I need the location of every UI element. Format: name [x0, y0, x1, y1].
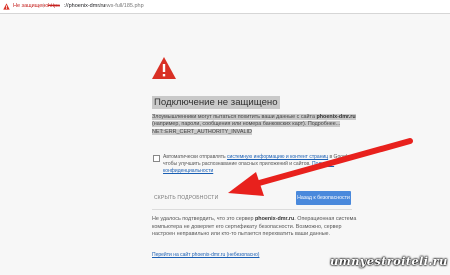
page-title: Подключение не защищено [152, 96, 280, 109]
system-info-link[interactable]: системную информацию и контент страниц [227, 154, 328, 160]
details-host: phoenix-dmr.ru [255, 216, 295, 222]
address-bar[interactable]: Не защищено | https ://phoenix-dmr.ru /n… [0, 0, 450, 14]
checkbox-text-a: Автоматически отправлять [163, 154, 228, 160]
warning-triangle-icon [152, 57, 176, 79]
error-code: NET::ERR_CERT_AUTHORITY_INVALID [152, 128, 252, 135]
site-watermark: umnyestroiteli.ru [330, 254, 448, 268]
warning-triangle-icon [3, 3, 10, 10]
proceed-unsafe-link[interactable]: Перейти на сайт phoenix-dmr.ru (небезопа… [152, 252, 259, 258]
divider [152, 209, 352, 210]
send-info-checkbox[interactable] [153, 155, 160, 162]
url-path: /news-full/185.php [99, 3, 144, 9]
details-text-a: Не удалось подтвердить, что это сервер [152, 216, 256, 222]
url-scheme: https [48, 3, 60, 9]
details-text: Не удалось подтвердить, что это сервер p… [152, 216, 366, 239]
hide-details-button[interactable]: СКРЫТЬ ПОДРОБНОСТИ [154, 195, 218, 201]
desc-host: phoenix-dmr.ru [316, 114, 356, 120]
checkbox-label: Автоматически отправлять системную инфор… [163, 154, 363, 175]
address-separator: | [43, 3, 45, 9]
warning-description: Злоумышленники могут пытаться похитить в… [152, 114, 372, 136]
desc-text-b: (например, пароли, сообщения или номера … [152, 121, 341, 128]
desc-text-a: Злоумышленники могут пытаться похитить в… [152, 114, 317, 120]
back-to-safety-button[interactable]: Назад к безопасности [296, 191, 351, 205]
